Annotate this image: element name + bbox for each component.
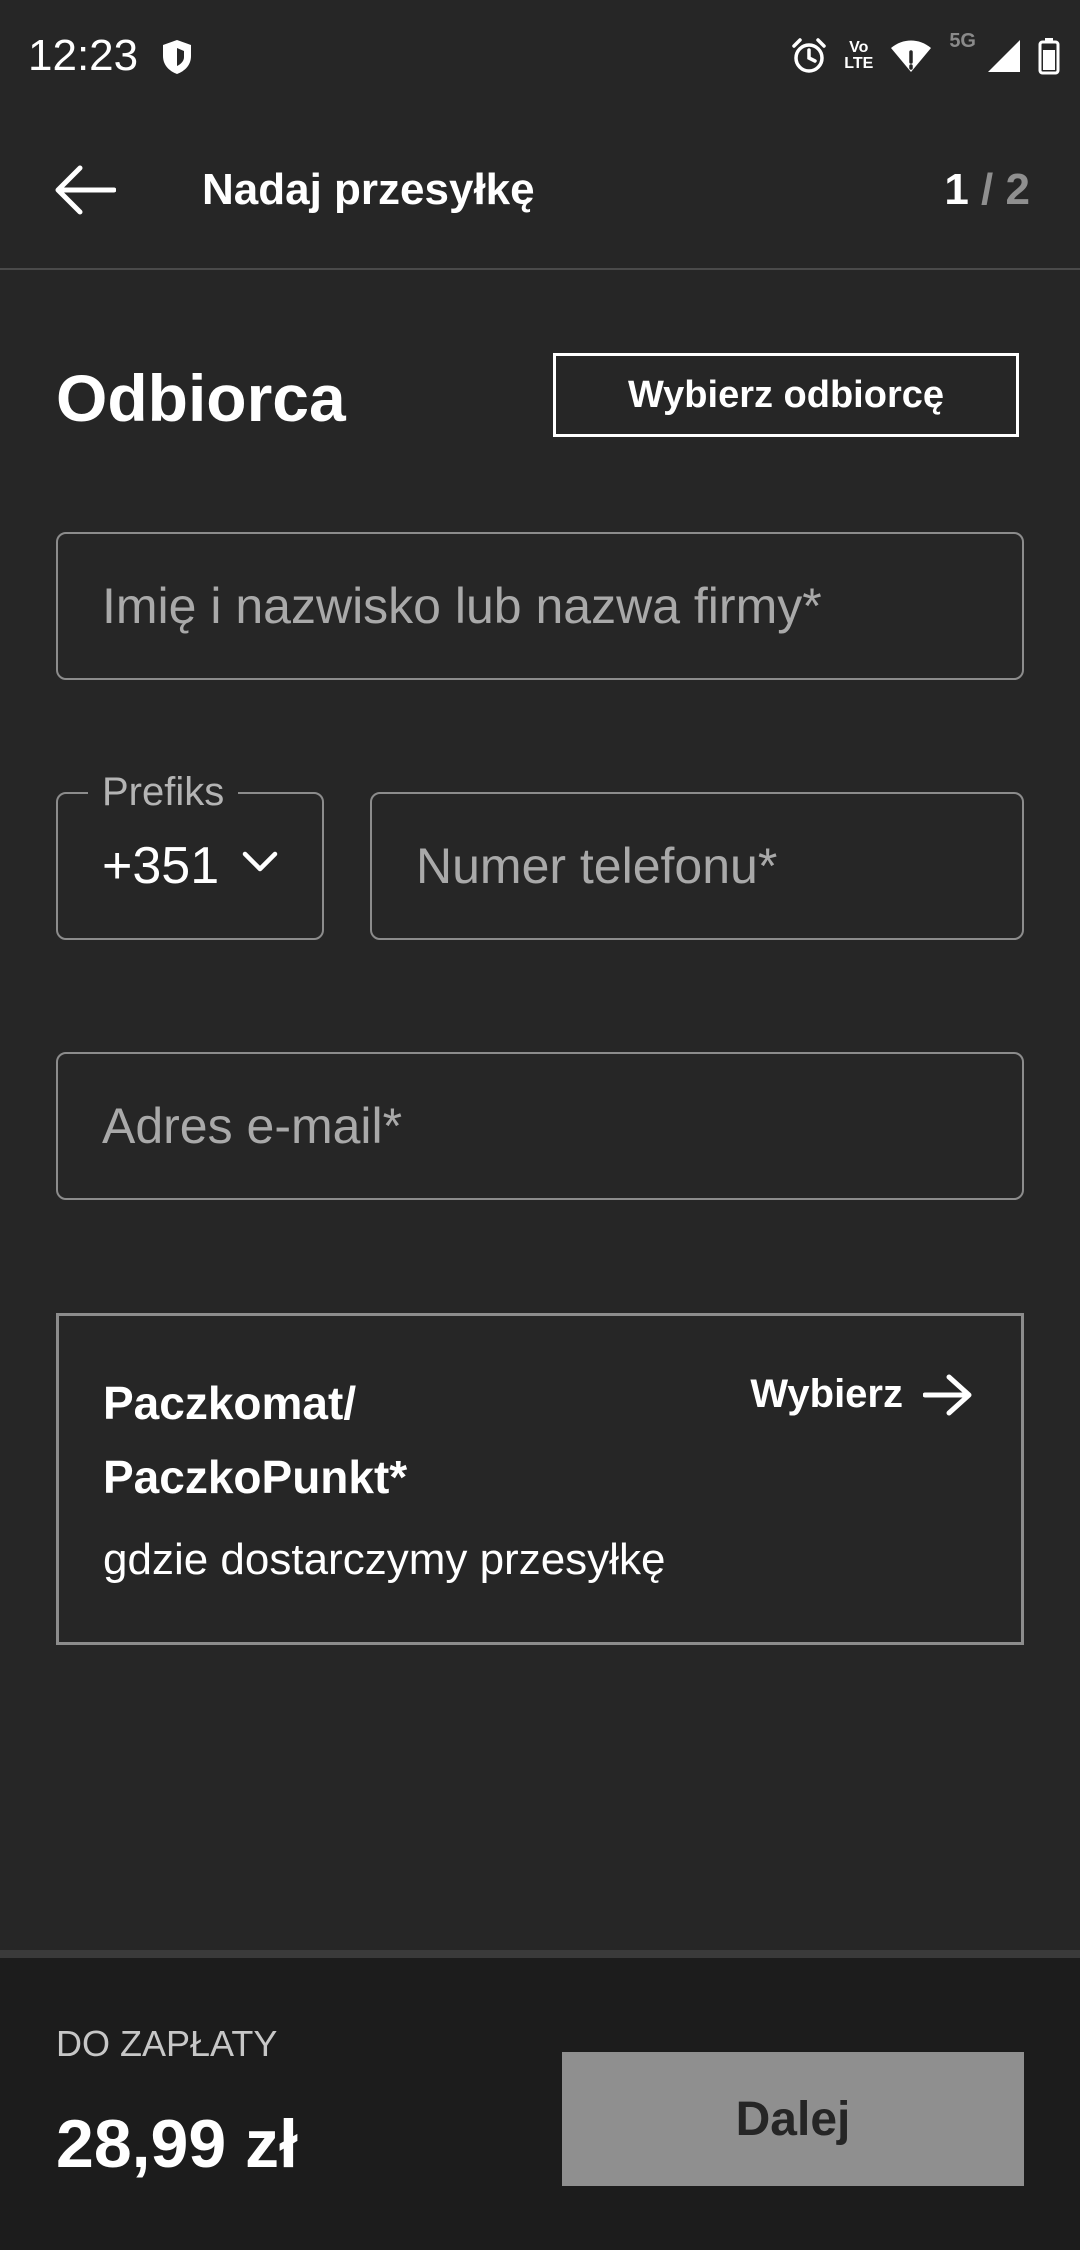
app-bar: Nadaj przesyłkę 1 / 2: [0, 110, 1080, 270]
parcel-locker-card[interactable]: Paczkomat/ PaczkoPunkt* gdzie dostarczym…: [56, 1313, 1024, 1645]
status-bar: 12:23 Vo LTE 5G: [0, 0, 1080, 110]
locker-title: Paczkomat/ PaczkoPunkt*: [103, 1366, 533, 1514]
choose-recipient-button[interactable]: Wybierz odbiorcę: [553, 353, 1019, 437]
name-input[interactable]: [58, 534, 1022, 678]
step-indicator: 1 / 2: [944, 162, 1030, 218]
payment-footer: DO ZAPŁATY 28,99 zł Dalej: [0, 1950, 1080, 2250]
page-title: Nadaj przesyłkę: [202, 165, 535, 214]
volte-bottom-label: LTE: [844, 55, 874, 72]
step-separator: /: [981, 165, 994, 214]
choose-locker-button[interactable]: Wybierz: [750, 1372, 973, 1417]
locker-subtitle: gdzie dostarczymy przesyłkę: [103, 1535, 666, 1584]
step-current: 1: [944, 165, 969, 214]
battery-icon: [1038, 38, 1060, 75]
locker-title-line2: PaczkoPunkt*: [103, 1451, 408, 1503]
section-title: Odbiorca: [56, 361, 346, 435]
arrow-right-icon: [923, 1374, 972, 1415]
volte-icon: Vo LTE: [844, 40, 873, 72]
arrow-left-icon: [55, 165, 116, 215]
phone-field: [370, 792, 1024, 940]
prefix-value: +351: [102, 837, 220, 895]
network-type-label: 5G: [949, 30, 976, 52]
email-input[interactable]: [58, 1054, 1022, 1198]
wifi-icon: [891, 40, 932, 72]
shield-icon: [163, 40, 191, 74]
volte-top-label: Vo: [849, 39, 869, 56]
locker-title-line1: Paczkomat/: [103, 1377, 357, 1429]
choose-locker-label: Wybierz: [750, 1372, 903, 1416]
amount-due-label: DO ZAPŁATY: [56, 2023, 278, 2064]
status-icons: Vo LTE 5G: [790, 30, 1060, 78]
back-button[interactable]: [50, 160, 120, 220]
signal-icon: [988, 40, 1020, 72]
name-field: [56, 532, 1024, 680]
alarm-icon: [792, 38, 827, 73]
status-time: 12:23: [28, 31, 139, 80]
step-total: 2: [1005, 165, 1030, 214]
next-button[interactable]: Dalej: [562, 2052, 1024, 2186]
email-field: [56, 1052, 1024, 1200]
chevron-down-icon: [242, 851, 278, 872]
phone-input[interactable]: [372, 794, 1022, 938]
prefix-label: Prefiks: [88, 766, 239, 818]
amount-due-value: 28,99 zł: [56, 2106, 298, 2182]
prefix-select[interactable]: Prefiks +351: [56, 766, 324, 940]
